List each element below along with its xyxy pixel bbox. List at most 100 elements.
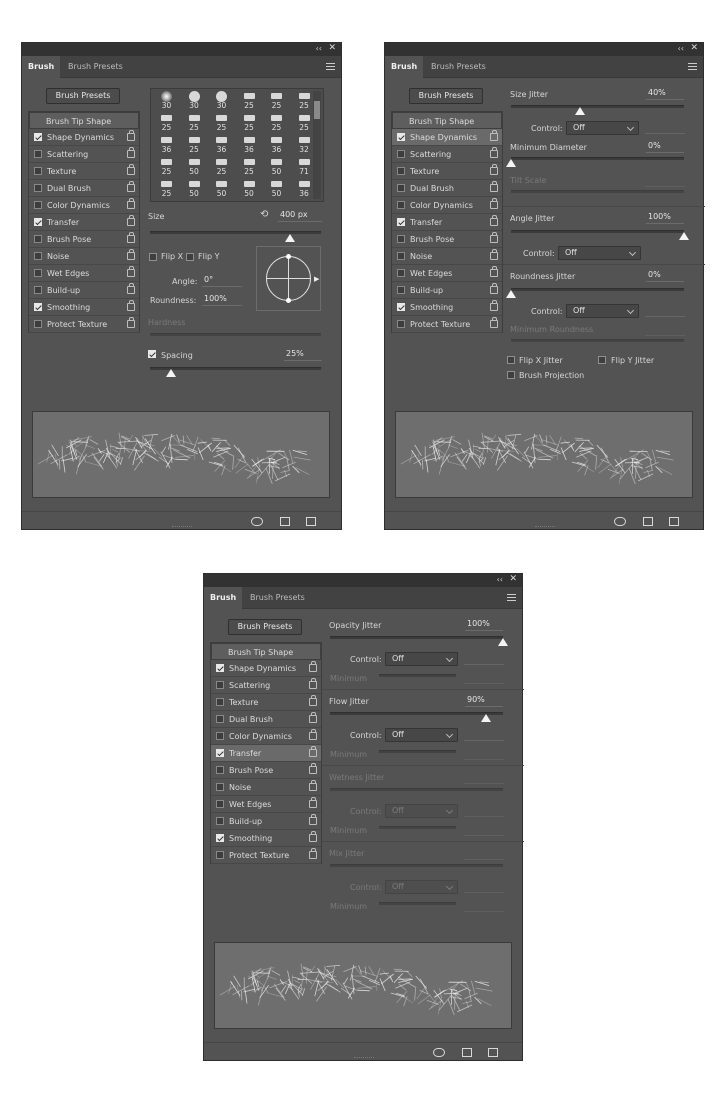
settings-item-wet-edges[interactable]: Wet Edges bbox=[29, 265, 139, 282]
panel-menu-icon[interactable] bbox=[688, 63, 697, 70]
brush-tip-cell[interactable]: 25 bbox=[236, 91, 263, 110]
angle-roundness-widget[interactable]: ▶ bbox=[256, 246, 321, 311]
angle-jitter-field[interactable]: 100% bbox=[646, 212, 684, 224]
size-jitter-slider[interactable] bbox=[511, 105, 684, 108]
checkbox[interactable] bbox=[216, 681, 224, 689]
size-field[interactable]: 400 px bbox=[278, 210, 322, 222]
lock-icon[interactable] bbox=[490, 198, 498, 209]
resize-grip[interactable] bbox=[354, 1057, 374, 1060]
resize-grip[interactable] bbox=[172, 526, 192, 529]
checkbox[interactable] bbox=[397, 150, 405, 158]
collapse-icon[interactable]: ‹‹ bbox=[678, 44, 684, 53]
settings-item-protect-texture[interactable]: Protect Texture bbox=[392, 316, 502, 333]
spacing-slider-handle[interactable] bbox=[165, 369, 176, 377]
settings-item-scattering[interactable]: Scattering bbox=[211, 677, 321, 694]
lock-icon[interactable] bbox=[490, 164, 498, 175]
settings-item-build-up[interactable]: Build-up bbox=[29, 282, 139, 299]
settings-item-protect-texture[interactable]: Protect Texture bbox=[211, 847, 321, 864]
lock-icon[interactable] bbox=[127, 147, 135, 158]
lock-icon[interactable] bbox=[309, 848, 317, 859]
settings-item-smoothing[interactable]: Smoothing bbox=[211, 830, 321, 847]
flow-jitter-field[interactable]: 90% bbox=[465, 695, 503, 707]
settings-item-transfer[interactable]: Transfer bbox=[392, 214, 502, 231]
size-slider-handle[interactable] bbox=[285, 234, 296, 242]
checkbox[interactable] bbox=[397, 167, 405, 175]
lock-icon[interactable] bbox=[490, 147, 498, 158]
brush-tip-cell[interactable]: 36 bbox=[263, 135, 290, 154]
lock-icon[interactable] bbox=[309, 797, 317, 808]
brush-projection-checkbox[interactable] bbox=[507, 371, 515, 379]
opacity-jitter-slider[interactable] bbox=[330, 636, 503, 639]
lock-icon[interactable] bbox=[309, 661, 317, 672]
brush-tip-cell[interactable]: 50 bbox=[236, 179, 263, 198]
roundness-jitter-handle[interactable] bbox=[506, 290, 516, 298]
lock-icon[interactable] bbox=[127, 300, 135, 311]
settings-item-smoothing[interactable]: Smoothing bbox=[29, 299, 139, 316]
flow-jitter-handle[interactable] bbox=[480, 714, 491, 722]
settings-item-shape-dynamics[interactable]: Shape Dynamics bbox=[29, 129, 139, 146]
toggle-preview-icon[interactable] bbox=[251, 517, 263, 526]
angle-jitter-slider[interactable] bbox=[511, 230, 684, 233]
lock-icon[interactable] bbox=[490, 215, 498, 226]
settings-item-build-up[interactable]: Build-up bbox=[211, 813, 321, 830]
brush-tip-grid[interactable]: 36 50 50 50 50 25 71 50 25 25 50 25 32 36 36 36 25 36 25 25… bbox=[150, 88, 324, 202]
checkbox[interactable] bbox=[397, 303, 405, 311]
checkbox[interactable] bbox=[34, 201, 42, 209]
checkbox[interactable] bbox=[216, 834, 224, 842]
tab-brush-presets[interactable]: Brush Presets bbox=[425, 56, 492, 78]
checkbox[interactable] bbox=[34, 235, 42, 243]
grid-icon[interactable] bbox=[280, 517, 290, 526]
close-icon[interactable]: ✕ bbox=[690, 43, 698, 53]
flip-x-checkbox[interactable] bbox=[149, 253, 157, 261]
brush-tip-cell[interactable]: 30 bbox=[208, 91, 235, 110]
checkbox[interactable] bbox=[216, 783, 224, 791]
checkbox[interactable] bbox=[34, 269, 42, 277]
settings-item-scattering[interactable]: Scattering bbox=[29, 146, 139, 163]
settings-item-transfer[interactable]: Transfer bbox=[211, 745, 321, 762]
grid-icon[interactable] bbox=[643, 517, 653, 526]
settings-item-transfer[interactable]: Transfer bbox=[29, 214, 139, 231]
brush-tip-shape-item[interactable]: Brush Tip Shape bbox=[211, 643, 321, 660]
settings-item-noise[interactable]: Noise bbox=[211, 779, 321, 796]
tab-brush[interactable]: Brush bbox=[204, 587, 243, 609]
grid-icon[interactable] bbox=[462, 1048, 472, 1057]
checkbox[interactable] bbox=[397, 286, 405, 294]
lock-icon[interactable] bbox=[490, 232, 498, 243]
checkbox[interactable] bbox=[216, 800, 224, 808]
brush-tip-cell[interactable]: 25 bbox=[208, 113, 235, 132]
lock-icon[interactable] bbox=[127, 215, 135, 226]
spacing-slider[interactable] bbox=[150, 367, 321, 370]
lock-icon[interactable] bbox=[309, 678, 317, 689]
checkbox[interactable] bbox=[397, 218, 405, 226]
settings-item-color-dynamics[interactable]: Color Dynamics bbox=[211, 728, 321, 745]
checkbox[interactable] bbox=[216, 715, 224, 723]
brush-tip-shape-item[interactable]: Brush Tip Shape bbox=[29, 112, 139, 129]
checkbox[interactable] bbox=[397, 201, 405, 209]
lock-icon[interactable] bbox=[127, 317, 135, 328]
checkbox[interactable] bbox=[397, 184, 405, 192]
settings-item-dual-brush[interactable]: Dual Brush bbox=[29, 180, 139, 197]
brush-tip-cell[interactable]: 50 bbox=[263, 179, 290, 198]
lock-icon[interactable] bbox=[127, 130, 135, 141]
settings-item-color-dynamics[interactable]: Color Dynamics bbox=[392, 197, 502, 214]
new-brush-icon[interactable] bbox=[669, 517, 679, 526]
tab-brush-presets[interactable]: Brush Presets bbox=[244, 587, 311, 609]
checkbox[interactable] bbox=[34, 286, 42, 294]
settings-item-noise[interactable]: Noise bbox=[392, 248, 502, 265]
checkbox[interactable] bbox=[216, 698, 224, 706]
brush-tip-cell[interactable]: 25 bbox=[208, 157, 235, 176]
opacity-jitter-handle[interactable] bbox=[498, 638, 508, 646]
settings-item-protect-texture[interactable]: Protect Texture bbox=[29, 316, 139, 333]
min-diameter-field[interactable]: 0% bbox=[646, 141, 684, 153]
size-control-dropdown[interactable]: Off bbox=[566, 121, 639, 135]
lock-icon[interactable] bbox=[309, 712, 317, 723]
lock-icon[interactable] bbox=[490, 300, 498, 311]
flow-control-dropdown[interactable]: Off bbox=[385, 728, 458, 742]
brush-tip-cell[interactable]: 25 bbox=[263, 113, 290, 132]
min-diameter-slider[interactable] bbox=[511, 157, 684, 160]
lock-icon[interactable] bbox=[490, 130, 498, 141]
settings-item-brush-pose[interactable]: Brush Pose bbox=[29, 231, 139, 248]
toggle-preview-icon[interactable] bbox=[614, 517, 626, 526]
flip-x-jitter-checkbox[interactable] bbox=[507, 356, 515, 364]
brush-tip-cell[interactable]: 25 bbox=[181, 113, 208, 132]
